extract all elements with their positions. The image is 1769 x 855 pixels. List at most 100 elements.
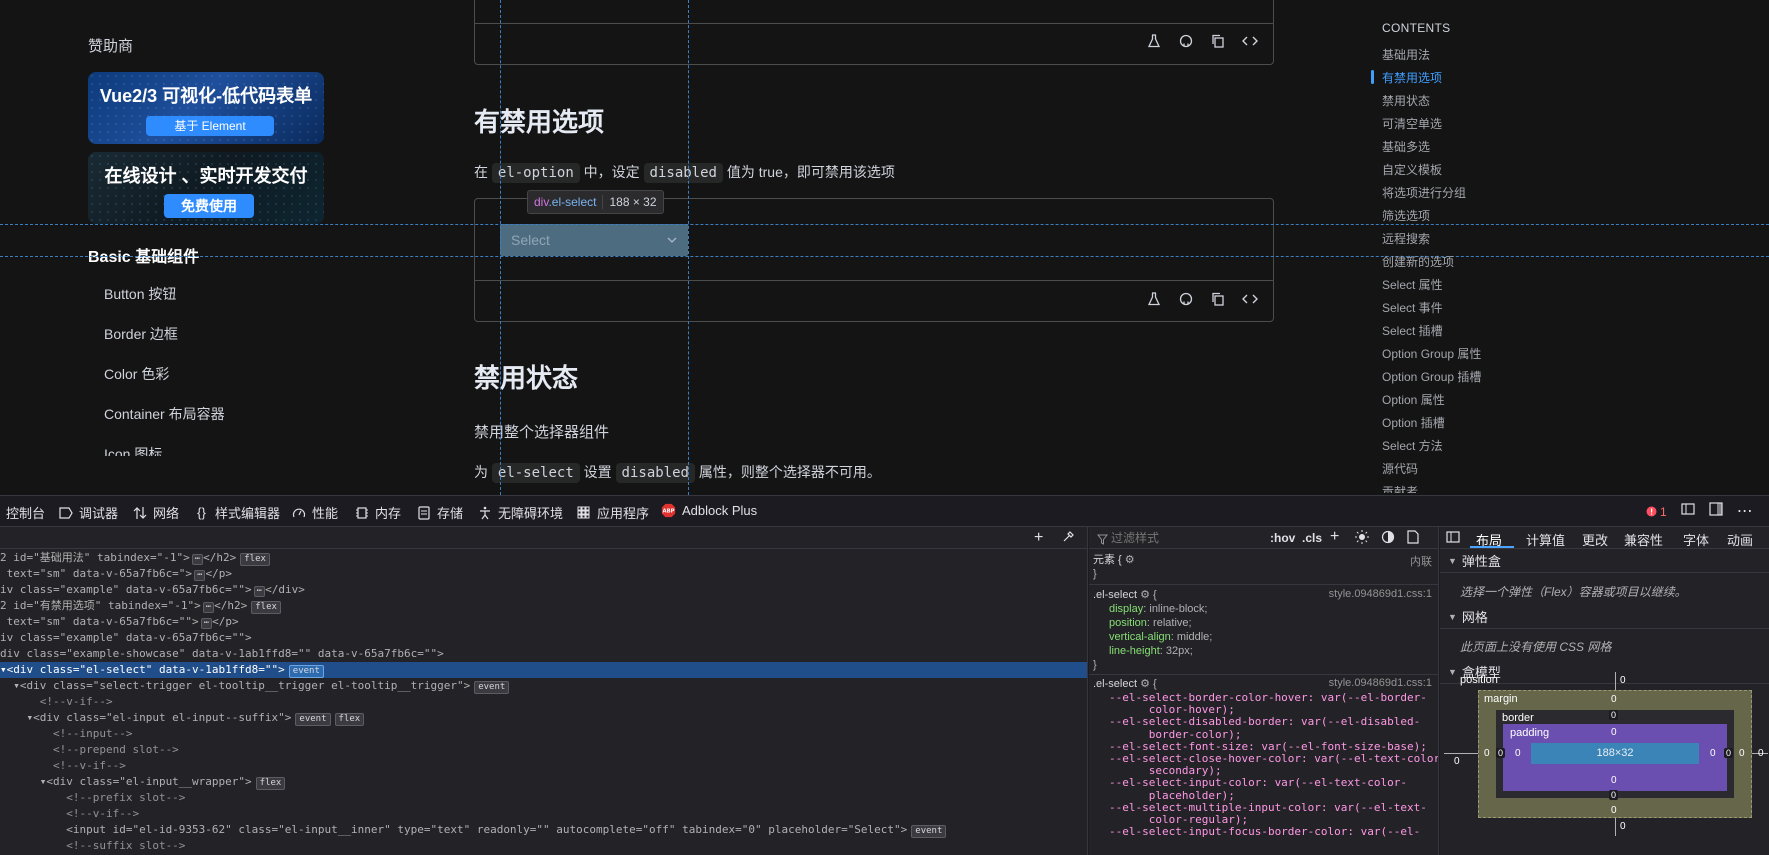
toc-item[interactable]: 贡献者: [1382, 483, 1418, 493]
tab-changes[interactable]: 更改: [1582, 530, 1608, 549]
position-right-value[interactable]: 0: [1758, 748, 1764, 759]
collapsed-children-badge[interactable]: ⋯: [253, 586, 266, 597]
position-bottom-value[interactable]: 0: [1620, 821, 1626, 832]
markup-node-selected[interactable]: ▾<div class="el-select" data-v-1ab1ffd8=…: [0, 662, 1087, 678]
node-badge[interactable]: event: [911, 825, 947, 838]
css-variable-declaration[interactable]: --el-select-input-focus-border-color: va…: [1109, 825, 1420, 839]
toc-item[interactable]: 源代码: [1382, 460, 1418, 477]
markup-node[interactable]: <input id="el-id-9353-62" class="el-inpu…: [0, 822, 1087, 838]
error-count-badge[interactable]: 1: [1646, 505, 1667, 519]
tab-memory[interactable]: 内存: [354, 503, 401, 522]
toc-item-active[interactable]: 有禁用选项: [1382, 69, 1442, 86]
toc-item[interactable]: Option 插槽: [1382, 414, 1445, 431]
sidebar-item-icon[interactable]: Icon 图标: [104, 444, 162, 456]
tab-debugger[interactable]: 调试器: [58, 503, 118, 522]
tab-style-editor[interactable]: {} 样式编辑器: [194, 503, 280, 522]
banner-button[interactable]: 基于 Element: [146, 116, 274, 136]
tab-computed[interactable]: 计算值: [1526, 530, 1565, 549]
toc-item[interactable]: 自定义模板: [1382, 161, 1442, 178]
margin-bottom-value[interactable]: 0: [1611, 805, 1617, 816]
margin-right-value[interactable]: 0: [1739, 748, 1745, 759]
gear-icon[interactable]: ⚙: [1125, 554, 1135, 566]
code-icon[interactable]: [1241, 32, 1259, 50]
css-declaration[interactable]: line-height: 32px;: [1109, 644, 1193, 658]
dock-side-icon[interactable]: [1709, 502, 1723, 521]
markup-node[interactable]: <!--v-if-->: [0, 806, 1087, 822]
markup-node[interactable]: iv class="example" data-v-65a7fb6c=""> ⋯ <…: [0, 582, 1087, 598]
toc-item[interactable]: Option Group 属性: [1382, 345, 1481, 362]
gear-icon[interactable]: ⚙: [1140, 678, 1150, 690]
toc-item[interactable]: Select 属性: [1382, 276, 1443, 293]
sidebar-item-container[interactable]: Container 布局容器: [104, 404, 225, 424]
markup-node[interactable]: 2 id="有禁用选项" tabindex="-1"> ⋯ </h2> flex: [0, 598, 1087, 614]
markup-node[interactable]: ▾<div class="el-input__wrapper"> flex: [0, 774, 1087, 790]
toc-item[interactable]: Option 属性: [1382, 391, 1445, 408]
content-box[interactable]: 188×32: [1531, 743, 1699, 764]
markup-node[interactable]: text="sm" data-v-65a7fb6c="> ⋯ </p>: [0, 566, 1087, 582]
toc-item[interactable]: Select 方法: [1382, 437, 1443, 454]
tab-animations[interactable]: 动画: [1727, 530, 1753, 549]
sidebar-item-border[interactable]: Border 边框: [104, 324, 178, 344]
markup-node[interactable]: <!--suffix slot-->: [0, 838, 1087, 854]
toc-item[interactable]: 基础多选: [1382, 138, 1430, 155]
sidebar-item-button[interactable]: Button 按钮: [104, 284, 176, 304]
grid-section-header[interactable]: ▼ 网格: [1440, 605, 1769, 629]
margin-left-value[interactable]: 0: [1484, 748, 1490, 759]
add-rule-icon[interactable]: +: [1330, 528, 1339, 546]
tab-adblock[interactable]: ABP Adblock Plus: [661, 503, 757, 518]
responsive-design-icon[interactable]: [1681, 502, 1695, 521]
markup-node[interactable]: ▾<div class="select-trigger el-tooltip__…: [0, 678, 1087, 694]
tab-accessibility[interactable]: 无障碍环境: [477, 503, 563, 522]
position-top-value[interactable]: 0: [1620, 675, 1626, 686]
tab-fonts[interactable]: 字体: [1683, 530, 1709, 549]
border-right-value[interactable]: 0: [1724, 748, 1734, 758]
css-declaration[interactable]: vertical-align: middle;: [1109, 630, 1212, 644]
filter-styles-input[interactable]: [1111, 530, 1251, 545]
padding-top-value[interactable]: 0: [1611, 727, 1617, 738]
sidebar-toggle-icon[interactable]: [1446, 530, 1460, 549]
margin-top-value[interactable]: 0: [1611, 694, 1617, 705]
node-badge[interactable]: flex: [251, 601, 281, 614]
github-icon[interactable]: [1177, 32, 1195, 50]
markup-node[interactable]: text="sm" data-v-65a7fb6c=""> ⋯ </p>: [0, 614, 1087, 630]
border-left-value[interactable]: 0: [1496, 748, 1506, 758]
toc-item[interactable]: 创建新的选项: [1382, 253, 1454, 270]
node-badge[interactable]: flex: [255, 777, 286, 790]
toc-item[interactable]: 基础用法: [1382, 46, 1430, 63]
collapsed-children-badge[interactable]: ⋯: [191, 554, 204, 565]
markup-node[interactable]: <!--v-if-->: [0, 758, 1087, 774]
node-badge[interactable]: flex: [240, 553, 270, 566]
collapsed-children-badge[interactable]: ⋯: [200, 618, 213, 629]
markup-node[interactable]: <!--prefix slot-->: [0, 790, 1087, 806]
node-badge[interactable]: event: [295, 713, 331, 726]
padding-left-value[interactable]: 0: [1515, 748, 1521, 759]
rule-source[interactable]: style.094869d1.css:1: [1329, 677, 1432, 689]
node-badge[interactable]: event: [474, 681, 510, 694]
tab-console[interactable]: 控制台: [6, 503, 45, 522]
padding-bottom-value[interactable]: 0: [1611, 775, 1617, 786]
markup-node[interactable]: 2 id="基础用法" tabindex="-1"> ⋯ </h2> flex: [0, 550, 1087, 566]
toc-item[interactable]: Option Group 插槽: [1382, 368, 1481, 385]
markup-node[interactable]: div class="example-showcase" data-v-1ab1…: [0, 646, 1087, 662]
node-badge[interactable]: event: [288, 665, 324, 678]
toc-item[interactable]: 禁用状态: [1382, 92, 1430, 109]
rule-source[interactable]: style.094869d1.css:1: [1329, 588, 1432, 600]
tab-application[interactable]: 应用程序: [576, 503, 649, 522]
hov-button[interactable]: :hov: [1270, 531, 1295, 545]
light-theme-icon[interactable]: [1355, 530, 1369, 549]
eyedropper-icon[interactable]: [1062, 530, 1075, 548]
padding-right-value[interactable]: 0: [1710, 748, 1716, 759]
toc-item[interactable]: Select 事件: [1382, 299, 1443, 316]
gear-icon[interactable]: ⚙: [1140, 589, 1150, 601]
toc-item[interactable]: Select 插槽: [1382, 322, 1443, 339]
markup-node[interactable]: <!--prepend slot-->: [0, 742, 1087, 758]
select-input[interactable]: Select: [500, 224, 688, 256]
code-icon[interactable]: [1241, 290, 1259, 308]
toc-item[interactable]: 将选项进行分组: [1382, 184, 1466, 201]
collapsed-children-badge[interactable]: ⋯: [202, 602, 215, 613]
css-declaration[interactable]: position: relative;: [1109, 616, 1192, 630]
node-badge[interactable]: flex: [334, 713, 365, 726]
add-node-icon[interactable]: +: [1034, 529, 1043, 547]
css-declaration[interactable]: display: inline-block;: [1109, 602, 1207, 616]
tab-storage[interactable]: 存储: [416, 503, 463, 522]
